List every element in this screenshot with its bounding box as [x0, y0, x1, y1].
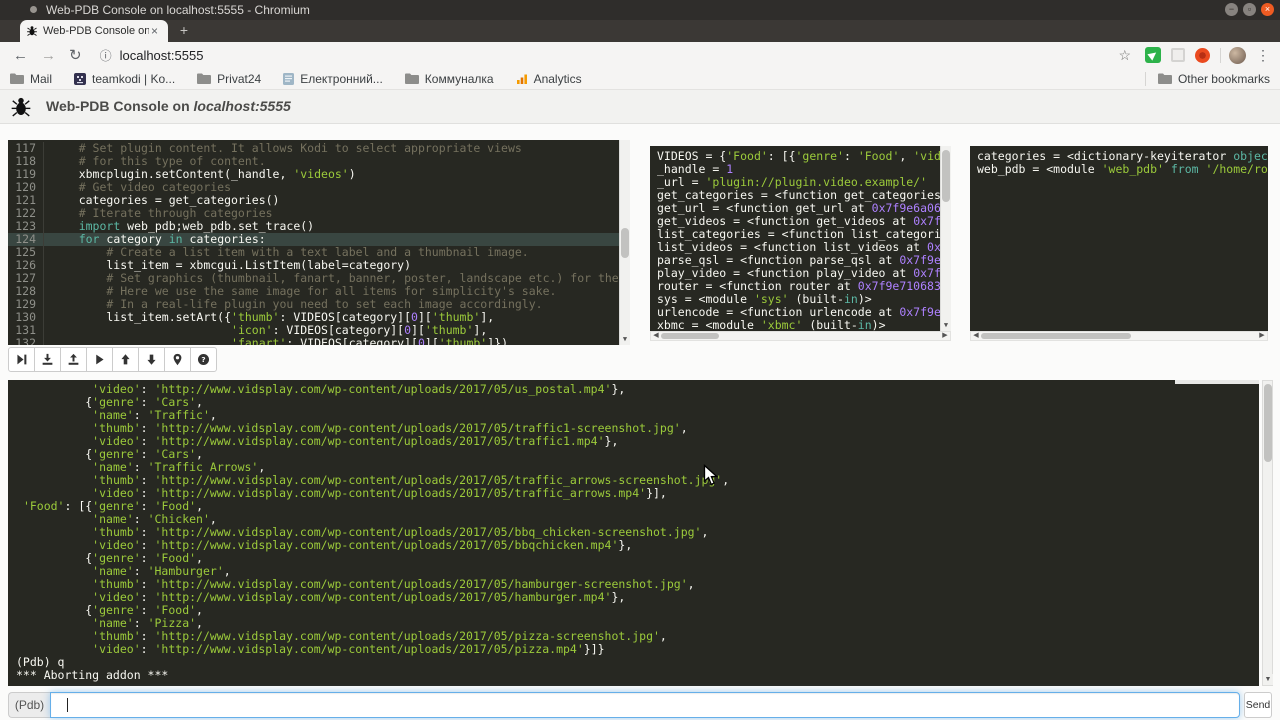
svg-text:?: ?: [201, 355, 205, 364]
help-button[interactable]: ?: [190, 347, 217, 372]
browser-menu-icon[interactable]: ⋮: [1256, 47, 1270, 64]
page-header: Web-PDB Console on localhost:5555: [0, 90, 1280, 124]
profile-avatar[interactable]: [1229, 47, 1246, 64]
down-button[interactable]: [138, 347, 165, 372]
globals-panel: Globals VIDEOS = {'Food': [{'genre': 'Fo…: [650, 146, 951, 331]
back-icon[interactable]: ←: [13, 47, 28, 64]
pdb-prompt-row: (Pdb) Send: [8, 692, 1272, 718]
other-bookmarks[interactable]: Other bookmarks: [1145, 72, 1270, 86]
scrollbar-thumb[interactable]: [942, 150, 950, 202]
bookmarks-separator: [1145, 72, 1146, 86]
toolbar-separator: [1220, 48, 1221, 63]
web-pdb-page: Web-PDB Console on localhost:5555 Curren…: [0, 90, 1280, 720]
code-line: 132 'fanart': VIDEOS[category][0]['thumb…: [8, 337, 630, 345]
bookmark-privat24[interactable]: Privat24: [197, 72, 261, 86]
variable-line: web_pdb = <module 'web_pdb' from '/home/…: [977, 163, 1261, 176]
page-title-host: localhost:5555: [194, 98, 291, 114]
send-button[interactable]: Send: [1244, 692, 1272, 718]
code-panel: Current file: main.py(124) 117 # Set plu…: [8, 140, 630, 345]
extension-red-circle-icon[interactable]: [1195, 48, 1210, 63]
scroll-right-arrow-icon[interactable]: ▶: [940, 332, 950, 340]
minimize-button[interactable]: −: [1225, 3, 1238, 16]
console-lines: 'video': 'http://www.vidsplay.com/wp-con…: [16, 383, 1251, 682]
pdb-console-panel: PDB Console 'video': 'http://www.vidspla…: [8, 380, 1259, 686]
folder-icon: [405, 73, 419, 84]
new-tab-button[interactable]: +: [176, 23, 192, 39]
page-title: Web-PDB Console on localhost:5555: [46, 90, 291, 123]
where-button[interactable]: [164, 347, 191, 372]
bookmark-teamkodi[interactable]: teamkodi | Ko...: [74, 72, 175, 86]
bookmark-electronic[interactable]: Електронний...: [283, 72, 383, 86]
os-titlebar: Web-PDB Console on localhost:5555 - Chro…: [0, 0, 1280, 20]
scroll-right-arrow-icon[interactable]: ▶: [1257, 332, 1267, 340]
scroll-down-arrow-icon[interactable]: ▼: [941, 320, 951, 331]
folder-icon: [1158, 73, 1172, 84]
reload-icon[interactable]: ↻: [69, 46, 82, 64]
globals-vertical-scrollbar[interactable]: ▼: [940, 146, 951, 331]
scrollbar-thumb[interactable]: [661, 333, 719, 339]
scroll-left-arrow-icon[interactable]: ◀: [651, 332, 661, 340]
bookmark-kommunalka[interactable]: Коммуналка: [405, 72, 494, 86]
pdb-command-input[interactable]: [50, 692, 1240, 718]
next-button[interactable]: [8, 347, 35, 372]
console-line: (Pdb) q: [16, 656, 1251, 669]
url-field[interactable]: localhost:5555: [120, 48, 1119, 63]
folder-icon: [197, 73, 211, 84]
line-number: 132: [8, 337, 44, 345]
scroll-down-arrow-icon[interactable]: ▼: [620, 334, 630, 345]
locals-lines: categories = <dictionary-keyiterator obj…: [977, 150, 1261, 176]
tab-strip: Web-PDB Console on loca × +: [0, 20, 1280, 42]
bookmark-star-icon[interactable]: ☆: [1118, 47, 1131, 64]
scrollbar-thumb[interactable]: [1264, 384, 1272, 462]
scrollbar-thumb[interactable]: [981, 333, 1131, 339]
forward-icon[interactable]: →: [41, 47, 56, 64]
bookmark-analytics[interactable]: Analytics: [516, 72, 582, 86]
bookmarks-bar: Mail teamkodi | Ko... Privat24 Електронн…: [0, 68, 1280, 90]
browser-tab[interactable]: Web-PDB Console on loca ×: [20, 20, 168, 42]
code-lines: 117 # Set plugin content. It allows Kodi…: [8, 142, 630, 345]
console-vertical-scrollbar[interactable]: ▼: [1262, 380, 1273, 686]
bug-favicon-icon: [26, 25, 38, 37]
scrollbar-thumb[interactable]: [621, 228, 629, 258]
window-icon-dot: [30, 6, 37, 13]
variable-line: xbmc = <module 'xbmc' (built-in)>: [657, 319, 944, 331]
document-favicon: [283, 73, 294, 85]
extension-green-arrow-icon[interactable]: [1145, 47, 1161, 63]
continue-button[interactable]: [86, 347, 113, 372]
return-button[interactable]: [60, 347, 87, 372]
tab-title: Web-PDB Console on loca: [43, 25, 149, 37]
scroll-down-arrow-icon[interactable]: ▼: [1263, 674, 1273, 685]
bug-logo-icon: [10, 96, 32, 123]
locals-horizontal-scrollbar[interactable]: ◀ ▶: [970, 331, 1268, 341]
scroll-left-arrow-icon[interactable]: ◀: [971, 332, 981, 340]
text-caret: [67, 698, 68, 712]
page-info-icon[interactable]: ⓘ: [100, 47, 112, 64]
code-vertical-scrollbar[interactable]: ▼: [619, 140, 630, 345]
window-title: Web-PDB Console on localhost:5555 - Chro…: [46, 3, 310, 17]
pdb-prompt-label: (Pdb): [8, 692, 50, 718]
tab-close-icon[interactable]: ×: [151, 24, 158, 38]
close-button[interactable]: ×: [1261, 3, 1274, 16]
screen: Web-PDB Console on localhost:5555 - Chro…: [0, 0, 1280, 720]
console-line: 'video': 'http://www.vidsplay.com/wp-con…: [16, 643, 1251, 656]
globals-lines: VIDEOS = {'Food': [{'genre': 'Food', 'vi…: [657, 150, 944, 331]
maximize-button[interactable]: ▫: [1243, 3, 1256, 16]
bar-chart-favicon: [516, 73, 528, 85]
step-into-button[interactable]: [34, 347, 61, 372]
folder-icon: [10, 73, 24, 84]
up-button[interactable]: [112, 347, 139, 372]
address-bar: ← → ↻ ⓘ localhost:5555 ☆ ⋮: [0, 42, 1280, 68]
code-text: 'fanart': VIDEOS[category][0]['thumb']}): [44, 337, 508, 345]
bookmark-mail[interactable]: Mail: [10, 72, 52, 86]
globals-horizontal-scrollbar[interactable]: ◀ ▶: [650, 331, 951, 341]
pdb-console-label: PDB Console: [1175, 380, 1259, 384]
console-line: *** Aborting addon ***: [16, 669, 1251, 682]
pdb-toolbar: ?: [8, 347, 217, 372]
locals-panel: Locals categories = <dictionary-keyitera…: [970, 146, 1268, 331]
kodi-favicon: [74, 73, 86, 85]
extension-disabled-icon[interactable]: [1171, 48, 1185, 62]
